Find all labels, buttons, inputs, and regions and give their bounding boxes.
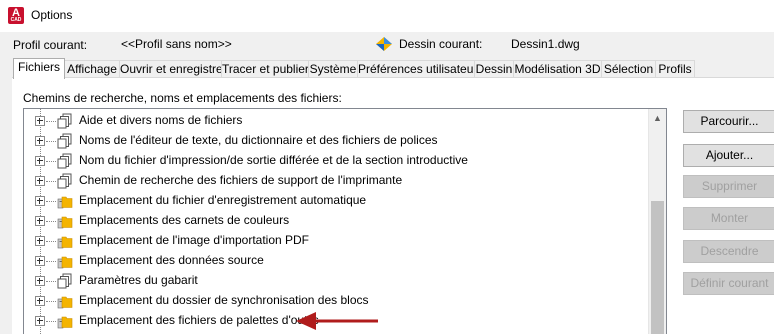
multi-document-icon	[57, 133, 73, 149]
vertical-scrollbar[interactable]: ▲	[648, 109, 666, 334]
browse-button-label: Parcourir...	[700, 114, 759, 128]
current-drawing-label: Dessin courant:	[399, 37, 483, 51]
multi-document-icon	[57, 173, 73, 189]
expand-plus-icon[interactable]	[35, 316, 45, 326]
expand-plus-icon[interactable]	[35, 216, 45, 226]
remove-button-label: Supprimer	[701, 179, 758, 193]
tree-connector	[46, 321, 56, 322]
folder-icon	[57, 313, 73, 329]
multi-document-icon	[57, 113, 73, 129]
tab-affichage[interactable]: Affichage	[64, 60, 120, 78]
tree-connector	[46, 281, 56, 282]
tree-connector	[46, 181, 56, 182]
move-down-button[interactable]: Descendre	[683, 240, 774, 263]
move-up-button-label: Monter	[710, 211, 749, 225]
add-button-label: Ajouter...	[705, 148, 754, 162]
search-paths-label: Chemins de recherche, noms et emplacemen…	[23, 91, 342, 105]
tree-connector	[46, 161, 56, 162]
tree-connector	[46, 261, 56, 262]
current-drawing-value: Dessin1.dwg	[511, 37, 580, 51]
tree-row[interactable]: Chemin de recherche des fichiers de supp…	[24, 171, 649, 191]
add-button[interactable]: Ajouter...	[683, 144, 774, 167]
tree-connector	[46, 121, 56, 122]
autocad-app-icon: A CAD	[8, 7, 24, 24]
tree-item-label: Noms de l'éditeur de texte, du dictionna…	[79, 133, 438, 147]
tree-item-label: Emplacements des carnets de couleurs	[79, 213, 290, 227]
move-down-button-label: Descendre	[700, 244, 759, 258]
tree-item-label: Emplacement de l'image d'importation PDF	[79, 233, 310, 247]
tree-connector	[46, 301, 56, 302]
expand-plus-icon[interactable]	[35, 276, 45, 286]
set-current-button[interactable]: Définir courant	[683, 272, 774, 295]
expand-plus-icon[interactable]	[35, 256, 45, 266]
tree-row[interactable]: Noms de l'éditeur de texte, du dictionna…	[24, 131, 649, 151]
tab-selection[interactable]: Sélection	[601, 60, 656, 78]
folder-icon	[57, 253, 73, 269]
folder-icon	[57, 213, 73, 229]
tree-row[interactable]: Emplacement du dossier de synchronisatio…	[24, 291, 649, 311]
window-title: Options	[31, 8, 73, 22]
file-paths-tree[interactable]: Aide et divers noms de fichiers Noms de l…	[23, 108, 667, 334]
app-icon-sub: CAD	[10, 17, 22, 23]
tab-profils[interactable]: Profils	[655, 60, 695, 78]
tree-item-label: Emplacement des fichiers de palettes d'o…	[79, 313, 319, 327]
current-profile-value: <<Profil sans nom>>	[121, 37, 232, 51]
scrollbar-thumb[interactable]	[651, 201, 664, 334]
tree-connector	[46, 221, 56, 222]
tree-item-label: Emplacement du fichier d'enregistrement …	[79, 193, 367, 207]
folder-icon	[57, 233, 73, 249]
tree-connector	[46, 241, 56, 242]
tab-dessin[interactable]: Dessin	[474, 60, 514, 78]
tab-fichiers[interactable]: Fichiers	[13, 58, 65, 79]
tab-ouvrir-enregistrer[interactable]: Ouvrir et enregistrer	[119, 60, 227, 78]
tree-row[interactable]: Emplacement de l'image d'importation PDF	[24, 231, 649, 251]
tree-row[interactable]: Emplacements des carnets de couleurs	[24, 211, 649, 231]
tree-item-label: Chemin de recherche des fichiers de supp…	[79, 173, 403, 187]
tree-row[interactable]: Emplacement des données source	[24, 251, 649, 271]
folder-icon	[57, 293, 73, 309]
expand-plus-icon[interactable]	[35, 116, 45, 126]
expand-plus-icon[interactable]	[35, 176, 45, 186]
set-current-button-label: Définir courant	[690, 276, 769, 290]
expand-plus-icon[interactable]	[35, 296, 45, 306]
tab-systeme[interactable]: Système	[308, 60, 358, 78]
tree-item-label: Paramètres du gabarit	[79, 273, 198, 287]
tab-tracer-publier[interactable]: Tracer et publier	[221, 60, 309, 78]
tree-row[interactable]: Aide et divers noms de fichiers	[24, 111, 649, 131]
scroll-up-icon[interactable]: ▲	[653, 113, 662, 123]
tree-item-label: Emplacement du dossier de synchronisatio…	[79, 293, 369, 307]
folder-icon	[57, 193, 73, 209]
drawing-icon	[376, 37, 392, 51]
tab-preferences-utilisateur[interactable]: Préférences utilisateur	[357, 60, 477, 78]
tree-connector	[46, 141, 56, 142]
tab-modelisation-3d[interactable]: Modélisation 3D	[513, 60, 602, 78]
tree-row[interactable]: Emplacement du fichier d'enregistrement …	[24, 191, 649, 211]
browse-button[interactable]: Parcourir...	[683, 110, 774, 133]
current-profile-label: Profil courant:	[13, 38, 88, 52]
tree-row[interactable]: Nom du fichier d'impression/de sortie di…	[24, 151, 649, 171]
expand-plus-icon[interactable]	[35, 236, 45, 246]
tree-connector	[46, 201, 56, 202]
tree-row[interactable]: Paramètres du gabarit	[24, 271, 649, 291]
tree-item-label: Aide et divers noms de fichiers	[79, 113, 243, 127]
expand-plus-icon[interactable]	[35, 196, 45, 206]
expand-plus-icon[interactable]	[35, 136, 45, 146]
multi-document-icon	[57, 273, 73, 289]
title-bar: A CAD Options	[0, 0, 774, 32]
multi-document-icon	[57, 153, 73, 169]
tree-item-label: Nom du fichier d'impression/de sortie di…	[79, 153, 468, 167]
remove-button[interactable]: Supprimer	[683, 175, 774, 198]
tree-item-label: Emplacement des données source	[79, 253, 264, 267]
move-up-button[interactable]: Monter	[683, 207, 774, 230]
red-annotation-arrow-icon	[296, 312, 378, 330]
expand-plus-icon[interactable]	[35, 156, 45, 166]
